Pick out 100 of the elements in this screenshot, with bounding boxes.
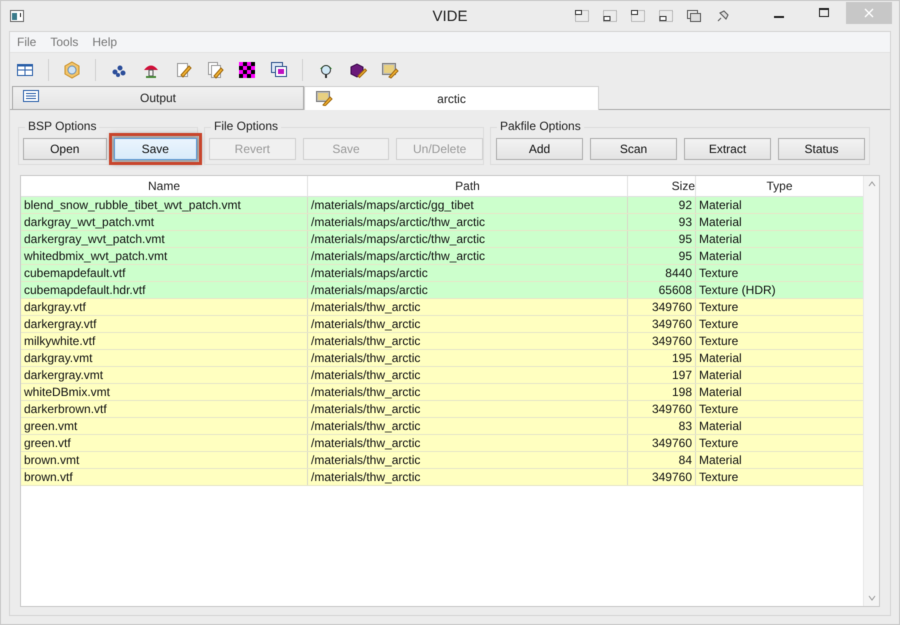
table-row[interactable]: brown.vmt /materials/thw_arctic 84 Material — [21, 452, 863, 469]
table-cell: /materials/maps/arctic/thw_arctic — [308, 248, 628, 264]
table-row[interactable]: darkergray_wvt_patch.vmt /materials/maps/arctic/thw_arctic 95 Material — [21, 231, 863, 248]
table-cell: /materials/thw_arctic — [308, 401, 628, 417]
table-cell: darkgray.vmt — [21, 350, 308, 366]
table-cell: 8440 — [628, 265, 696, 281]
option-button[interactable]: Add — [496, 138, 583, 160]
layout-icon[interactable] — [630, 9, 646, 23]
table-cell-text: Texture — [698, 265, 740, 281]
option-button[interactable]: Extract — [684, 138, 771, 160]
table-cell: /materials/maps/arctic — [308, 265, 628, 281]
table-cell: darkergray.vtf — [21, 316, 308, 332]
table-cell-text: Texture — [698, 316, 740, 332]
table-cell-text: Texture — [698, 469, 740, 485]
table-cell: /materials/thw_arctic — [308, 333, 628, 349]
table-cell: 349760 — [628, 316, 696, 332]
table-cell-text: Material — [698, 418, 743, 434]
group-title: Pakfile Options — [497, 119, 584, 133]
table-row[interactable]: cubemapdefault.hdr.vtf /materials/maps/arctic 65608 Texture (HDR) — [21, 282, 863, 299]
app-icon — [10, 10, 24, 22]
table-cell: /materials/maps/arctic/thw_arctic — [308, 231, 628, 247]
windows-icon[interactable] — [686, 9, 702, 23]
table-cell-text: Material — [698, 452, 743, 468]
layout-icon[interactable] — [658, 9, 674, 23]
table-cell: 349760 — [628, 333, 696, 349]
column-header[interactable]: Size — [628, 176, 696, 196]
table-cell: /materials/maps/arctic — [308, 282, 628, 298]
menu-item[interactable]: Tools — [50, 35, 78, 49]
table-row[interactable]: whiteDBmix.vmt /materials/thw_arctic 198 Material — [21, 384, 863, 401]
table-cell-text: Texture — [698, 299, 740, 315]
table-cell: cubemapdefault.vtf — [21, 265, 308, 281]
table-cell: brown.vtf — [21, 469, 308, 485]
table-cell: darkerbrown.vtf — [21, 401, 308, 417]
picture-pencil-icon[interactable] — [381, 60, 399, 78]
table-cell: 349760 — [628, 299, 696, 315]
table-row[interactable]: green.vtf /materials/thw_arctic 349760 Texture — [21, 435, 863, 452]
list-icon — [23, 90, 39, 102]
column-header[interactable]: Type — [696, 176, 863, 196]
tab[interactable]: Output — [12, 86, 304, 109]
menu-item[interactable]: Help — [92, 35, 118, 49]
table-cell: green.vmt — [21, 418, 308, 434]
table-cell-text: Texture — [698, 435, 740, 451]
table-row[interactable]: darkergray.vmt /materials/thw_arctic 197 Material — [21, 367, 863, 384]
scrollbar[interactable] — [863, 176, 879, 606]
layout-icon[interactable] — [602, 9, 618, 23]
table-cell: 95 — [628, 248, 696, 264]
picture-pencil-icon — [315, 90, 333, 106]
table-row[interactable]: darkergray.vtf /materials/thw_arctic 349760 Texture — [21, 316, 863, 333]
table-cell-text: Texture (HDR) — [698, 282, 777, 298]
table-cell: darkergray_wvt_patch.vmt — [21, 231, 308, 247]
table-cell: whiteDBmix.vmt — [21, 384, 308, 400]
table-cell: 197 — [628, 367, 696, 383]
layout-icon[interactable] — [574, 9, 590, 23]
tab[interactable]: arctic — [304, 86, 599, 110]
table-row[interactable]: brown.vtf /materials/thw_arctic 349760 Texture — [21, 469, 863, 486]
table-row[interactable]: blend_snow_rubble_tibet_wvt_patch.vmt /materials/maps/arctic/gg_tibet 92 Material — [21, 197, 863, 214]
table-row[interactable]: green.vmt /materials/thw_arctic 83 Material — [21, 418, 863, 435]
table-cell-text: Material — [698, 197, 743, 213]
table-cell-text: Material — [698, 248, 743, 264]
table-row[interactable]: milkywhite.vtf /materials/thw_arctic 349760 Texture — [21, 333, 863, 350]
checker-icon[interactable] — [238, 60, 256, 78]
column-header[interactable]: Name — [21, 176, 308, 196]
windows-icon[interactable] — [270, 60, 288, 78]
column-header[interactable]: Path — [308, 176, 628, 196]
table-cell: darkgray.vtf — [21, 299, 308, 315]
table-cell: darkergray.vmt — [21, 367, 308, 383]
table-cell-text: Material — [698, 350, 743, 366]
table-cell: /materials/thw_arctic — [308, 299, 628, 315]
table-row[interactable]: darkgray.vtf /materials/thw_arctic 349760 Texture — [21, 299, 863, 316]
table-row[interactable]: darkgray_wvt_patch.vmt /materials/maps/arctic/thw_arctic 93 Material — [21, 214, 863, 231]
table-cell: /materials/thw_arctic — [308, 316, 628, 332]
hexagon-icon[interactable] — [63, 60, 81, 78]
table-cell: 95 — [628, 231, 696, 247]
close-icon — [864, 8, 874, 18]
window-title: VIDE — [432, 8, 468, 24]
table-cell-text: Material — [698, 231, 743, 247]
table-cell: 198 — [628, 384, 696, 400]
table-row[interactable]: cubemapdefault.vtf /materials/maps/arctic 8440 Texture — [21, 265, 863, 282]
cube-pencil-icon[interactable] — [349, 60, 367, 78]
pages-pencil-icon[interactable] — [206, 60, 224, 78]
table-cell: brown.vmt — [21, 452, 308, 468]
table-cell: /materials/thw_arctic — [308, 367, 628, 383]
menu-item[interactable]: File — [17, 35, 36, 49]
table-cell: 84 — [628, 452, 696, 468]
table-row[interactable]: whitedbmix_wvt_patch.vmt /materials/maps/arctic/thw_arctic 95 Material — [21, 248, 863, 265]
option-button[interactable]: Scan — [590, 138, 677, 160]
table-row[interactable]: darkerbrown.vtf /materials/thw_arctic 349760 Texture — [21, 401, 863, 418]
maximize-icon — [818, 8, 828, 18]
pencil-page-icon[interactable] — [174, 60, 192, 78]
table-cell: blend_snow_rubble_tibet_wvt_patch.vmt — [21, 197, 308, 213]
table-cell-text: Material — [698, 214, 743, 230]
table-row[interactable]: darkgray.vmt /materials/thw_arctic 195 Material — [21, 350, 863, 367]
table-cell: whitedbmix_wvt_patch.vmt — [21, 248, 308, 264]
option-button[interactable]: Open — [23, 138, 106, 160]
table-cell: 93 — [628, 214, 696, 230]
table-cell: 349760 — [628, 401, 696, 417]
table-cell: /materials/thw_arctic — [308, 384, 628, 400]
table-cell: /materials/thw_arctic — [308, 469, 628, 485]
option-button[interactable]: Status — [778, 138, 865, 160]
table-cell-text: Material — [698, 384, 743, 400]
